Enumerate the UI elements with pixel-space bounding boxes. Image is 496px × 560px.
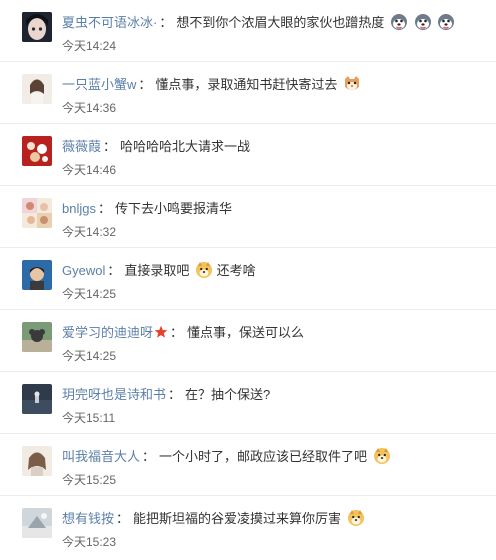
avatar[interactable] xyxy=(22,446,52,476)
comment-text: 懂点事，录取通知书赶快寄过去 xyxy=(155,77,338,92)
husky-face-emoji xyxy=(414,13,432,37)
comment-text: 一个小时了，邮政应该已经取件了吧 xyxy=(159,449,368,464)
comment-time: 今天15:25 xyxy=(62,473,117,487)
avatar[interactable] xyxy=(22,12,52,42)
comment-item: bnljgs：传下去小鸣要报清华 今天14:32 xyxy=(0,186,496,248)
username-link[interactable]: 想有钱按 xyxy=(62,511,114,526)
comment-text: 在？抽个保送? xyxy=(185,387,271,402)
avatar[interactable] xyxy=(22,384,52,414)
username-link[interactable]: 夏虫不可语冰冰· xyxy=(62,15,157,30)
username-link[interactable]: 玥完呀也是诗和书 xyxy=(62,387,166,402)
star-badge-icon xyxy=(154,325,168,345)
husky-face-emoji xyxy=(390,13,408,37)
avatar[interactable] xyxy=(22,198,52,228)
comment-time: 今天14:25 xyxy=(62,287,117,301)
comment-time: 今天14:36 xyxy=(62,101,117,115)
avatar[interactable] xyxy=(22,260,52,290)
husky-face-emoji xyxy=(437,13,455,37)
comment-text: 直接录取吧 xyxy=(124,263,190,278)
doge-emoji xyxy=(195,261,213,285)
comment-text-after: 还考啥 xyxy=(216,263,256,278)
username-link[interactable]: 爱学习的迪迪呀 xyxy=(62,325,153,340)
comment-list: 夏虫不可语冰冰·：想不到你个浓眉大眼的家伙也蹭热度 今天14:24 一只蓝小蟹w… xyxy=(0,0,496,560)
comment-item: 爱学习的迪迪呀：懂点事，保送可以么 今天14:25 xyxy=(0,310,496,372)
comment-text: 懂点事，保送可以么 xyxy=(187,325,305,340)
comment-item: Gyewol：直接录取吧 还考啥 今天14:25 xyxy=(0,248,496,310)
avatar[interactable] xyxy=(22,136,52,166)
avatar[interactable] xyxy=(22,508,52,538)
comment-item: 夏虫不可语冰冰·：想不到你个浓眉大眼的家伙也蹭热度 今天14:24 xyxy=(0,0,496,62)
doge-emoji xyxy=(373,447,391,471)
comment-time: 今天15:11 xyxy=(62,411,116,425)
doge-emoji xyxy=(347,509,365,533)
comment-time: 今天14:46 xyxy=(62,163,117,177)
comment-time: 今天14:32 xyxy=(62,225,117,239)
comment-time: 今天15:23 xyxy=(62,535,117,549)
comment-time: 今天14:25 xyxy=(62,349,117,363)
avatar[interactable] xyxy=(22,74,52,104)
avatar[interactable] xyxy=(22,322,52,352)
username-link[interactable]: 叫我福音大人 xyxy=(62,449,140,464)
comment-text: 能把斯坦福的谷爱凌摸过来算你厉害 xyxy=(133,511,342,526)
comment-item: 叫我福音大人：一个小时了，邮政应该已经取件了吧 今天15:25 xyxy=(0,434,496,496)
comment-text: 想不到你个浓眉大眼的家伙也蹭热度 xyxy=(176,15,385,30)
comment-item: 玥完呀也是诗和书：在？抽个保送? 今天15:11 xyxy=(0,372,496,434)
comment-text: 传下去小鸣要报清华 xyxy=(114,201,232,216)
username-link[interactable]: 一只蓝小蟹w xyxy=(62,77,136,92)
username-link[interactable]: Gyewol xyxy=(62,263,105,278)
comment-item: 想有钱按：能把斯坦福的谷爱凌摸过来算你厉害 今天15:23 xyxy=(0,496,496,558)
cat-face-emoji xyxy=(343,75,361,99)
username-link[interactable]: 薇薇葭 xyxy=(62,139,101,154)
username-link[interactable]: bnljgs xyxy=(62,201,96,216)
comment-time: 今天14:24 xyxy=(62,39,117,53)
comment-text: 哈哈哈哈北大请求一战 xyxy=(120,139,251,154)
comment-item: 一只蓝小蟹w：懂点事，录取通知书赶快寄过去 今天14:36 xyxy=(0,62,496,124)
comment-item: 薇薇葭：哈哈哈哈北大请求一战 今天14:46 xyxy=(0,124,496,186)
